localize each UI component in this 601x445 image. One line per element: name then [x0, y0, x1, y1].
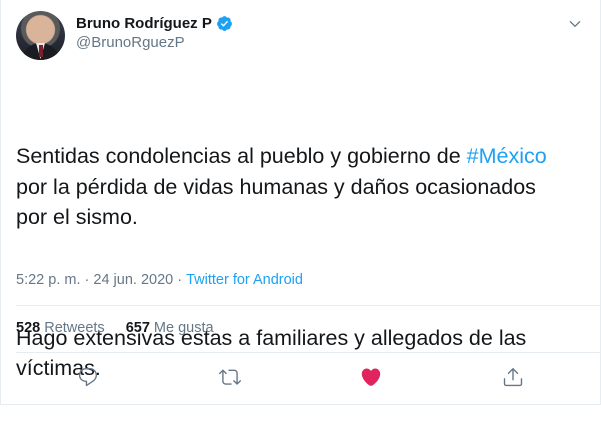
author-name-row: Bruno Rodríguez P: [76, 13, 233, 33]
tweet-card: Bruno Rodríguez P @BrunoRguezP Sentidas …: [0, 0, 601, 405]
meta-separator: ·: [173, 272, 187, 288]
retweets-count: 528: [16, 320, 41, 336]
avatar-tie: [39, 45, 43, 57]
tweet-date[interactable]: 24 jun. 2020: [93, 272, 173, 288]
tweet-stats: 528 Retweets 657 Me gusta: [16, 320, 235, 336]
retweets-label: Retweets: [44, 320, 105, 336]
tweet-actions: [1, 366, 600, 390]
tweet-text-part: por la pérdida de vidas humanas y daños …: [16, 174, 536, 230]
chevron-down-icon[interactable]: [567, 16, 583, 32]
tweet-text-part: Sentidas condolencias al pueblo y gobier…: [16, 144, 467, 168]
reply-icon[interactable]: [77, 366, 99, 388]
divider: [16, 352, 601, 353]
retweet-icon[interactable]: [219, 366, 241, 388]
author-name[interactable]: Bruno Rodríguez P: [76, 15, 212, 32]
author-block[interactable]: Bruno Rodríguez P @BrunoRguezP: [76, 13, 233, 51]
meta-separator: ·: [80, 272, 94, 288]
share-icon[interactable]: [502, 366, 524, 388]
heart-icon[interactable]: [360, 366, 382, 388]
author-handle[interactable]: @BrunoRguezP: [76, 34, 233, 51]
retweets-stat[interactable]: 528 Retweets: [16, 320, 105, 336]
likes-count: 657: [125, 320, 150, 336]
verified-badge-icon: [216, 15, 232, 31]
tweet-source-link[interactable]: Twitter for Android: [186, 272, 303, 288]
tweet-time[interactable]: 5:22 p. m.: [16, 272, 80, 288]
tweet-meta: 5:22 p. m. · 24 jun. 2020 · Twitter for …: [16, 272, 303, 288]
hashtag-link[interactable]: #México: [467, 144, 547, 168]
likes-stat[interactable]: 657 Me gusta: [126, 320, 214, 336]
likes-label: Me gusta: [153, 320, 214, 336]
divider: [16, 305, 601, 306]
avatar[interactable]: [16, 11, 65, 60]
tweet-paragraph-1: Sentidas condolencias al pueblo y gobier…: [16, 141, 591, 233]
